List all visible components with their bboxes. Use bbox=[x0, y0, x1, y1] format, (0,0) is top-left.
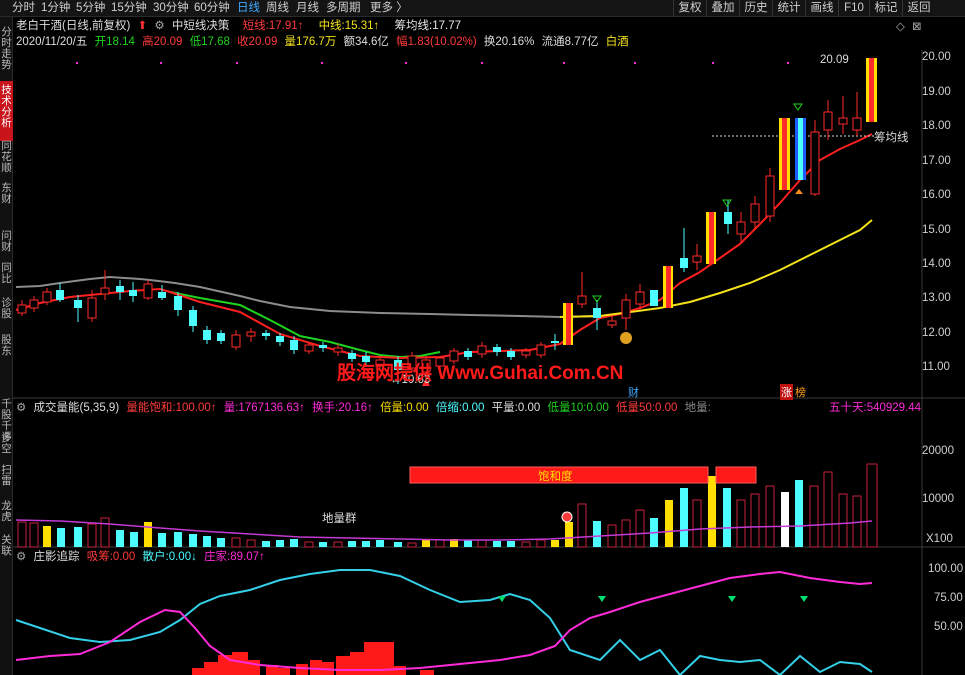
vol-label: 量: bbox=[223, 402, 239, 414]
money-bag-icon bbox=[620, 332, 632, 344]
high-marker-label: 20.09 bbox=[820, 54, 849, 66]
zhang-tag[interactable]: 涨 bbox=[780, 384, 793, 400]
wushi-group: 五十天:540929.44 bbox=[829, 401, 925, 415]
down-signal-icon bbox=[592, 295, 602, 303]
turnover-value-vol: 20.16↑ bbox=[338, 402, 373, 414]
low10-label: 低量10: bbox=[547, 402, 587, 414]
candlestick-chart[interactable] bbox=[0, 0, 965, 675]
top-markers bbox=[76, 62, 789, 64]
low10-value: 0.00 bbox=[586, 402, 609, 414]
zhuangjia-magenta-line bbox=[15, 570, 873, 671]
vol-tick-10000: 10000 bbox=[922, 493, 954, 505]
low50-label: 低量50: bbox=[616, 402, 656, 414]
saturation-value: 100.00↑ bbox=[175, 402, 217, 414]
up-signal-icon bbox=[795, 189, 803, 194]
ground-volume-tag: 地量群 bbox=[322, 513, 357, 525]
zhuang-title: 庄影追踪 bbox=[33, 551, 80, 563]
turnover-label: 换手: bbox=[312, 402, 339, 414]
down-signal-icon bbox=[793, 103, 803, 111]
panel-settings-icon[interactable]: ⚙ bbox=[16, 402, 26, 414]
volume-header: ⚙ 成交量能(5,35,9) 量能饱和:100.00↑ 量:1767136.63… bbox=[16, 401, 715, 415]
sanhu-cyan-line bbox=[15, 569, 873, 675]
beisuo-label: 倍缩: bbox=[435, 402, 463, 414]
sanhu-label: 散户: bbox=[142, 551, 169, 563]
saturation-label: 量能饱和: bbox=[126, 402, 176, 414]
ma-gray-line bbox=[15, 275, 601, 319]
candles bbox=[17, 58, 877, 384]
ping-label: 平量: bbox=[491, 402, 518, 414]
zhuang-header: ⚙ 庄影追踪 吸筹:0.00 散户:0.00↓ 庄家:89.07↑ bbox=[16, 550, 269, 564]
bei-label: 倍量: bbox=[380, 402, 407, 414]
zhuang-tick-50: 50.00 bbox=[934, 621, 963, 633]
di-label: 地量: bbox=[684, 402, 711, 414]
vol-unit: X100 bbox=[926, 533, 953, 545]
beisuo-value: 0.00 bbox=[462, 402, 485, 414]
zhuangjia-label: 庄家: bbox=[204, 551, 231, 563]
zhuang-tick-75: 75.00 bbox=[934, 592, 963, 604]
wushi-label: 五十天: bbox=[829, 402, 867, 414]
signal-arrows bbox=[422, 103, 803, 386]
sanhu-value: 0.00↓ bbox=[168, 551, 197, 563]
vol-value: 1767136.63↑ bbox=[238, 402, 305, 414]
low50-value: 0.00 bbox=[655, 402, 678, 414]
watermark: 股海网提供 Www.Guhai.Com.CN bbox=[337, 363, 624, 384]
down-signal-icon bbox=[722, 199, 732, 207]
ping-value: 0.00 bbox=[517, 402, 541, 414]
xishou-label: 吸筹: bbox=[86, 551, 113, 563]
bang-tag[interactable]: 榜 bbox=[794, 384, 807, 400]
zhuangjia-value: 89.07↑ bbox=[230, 551, 265, 563]
saturation-tag: 饱和度 bbox=[538, 471, 573, 483]
bomb-icon bbox=[561, 511, 573, 523]
bei-value: 0.00 bbox=[406, 402, 429, 414]
ma-red-line bbox=[15, 133, 873, 360]
panel-settings-icon[interactable]: ⚙ bbox=[16, 551, 26, 563]
cai-tag[interactable]: 财 bbox=[628, 384, 639, 400]
saturation-band-2 bbox=[715, 466, 757, 484]
vol-tick-20000: 20000 bbox=[922, 445, 954, 457]
chip-avg-label: 筹均线 bbox=[874, 129, 909, 145]
zhuang-tick-100: 100.00 bbox=[928, 563, 964, 575]
xishou-value: 0.00 bbox=[112, 551, 136, 563]
wushi-value: 540929.44 bbox=[866, 402, 922, 414]
volume-title: 成交量能(5,35,9) bbox=[33, 402, 120, 414]
